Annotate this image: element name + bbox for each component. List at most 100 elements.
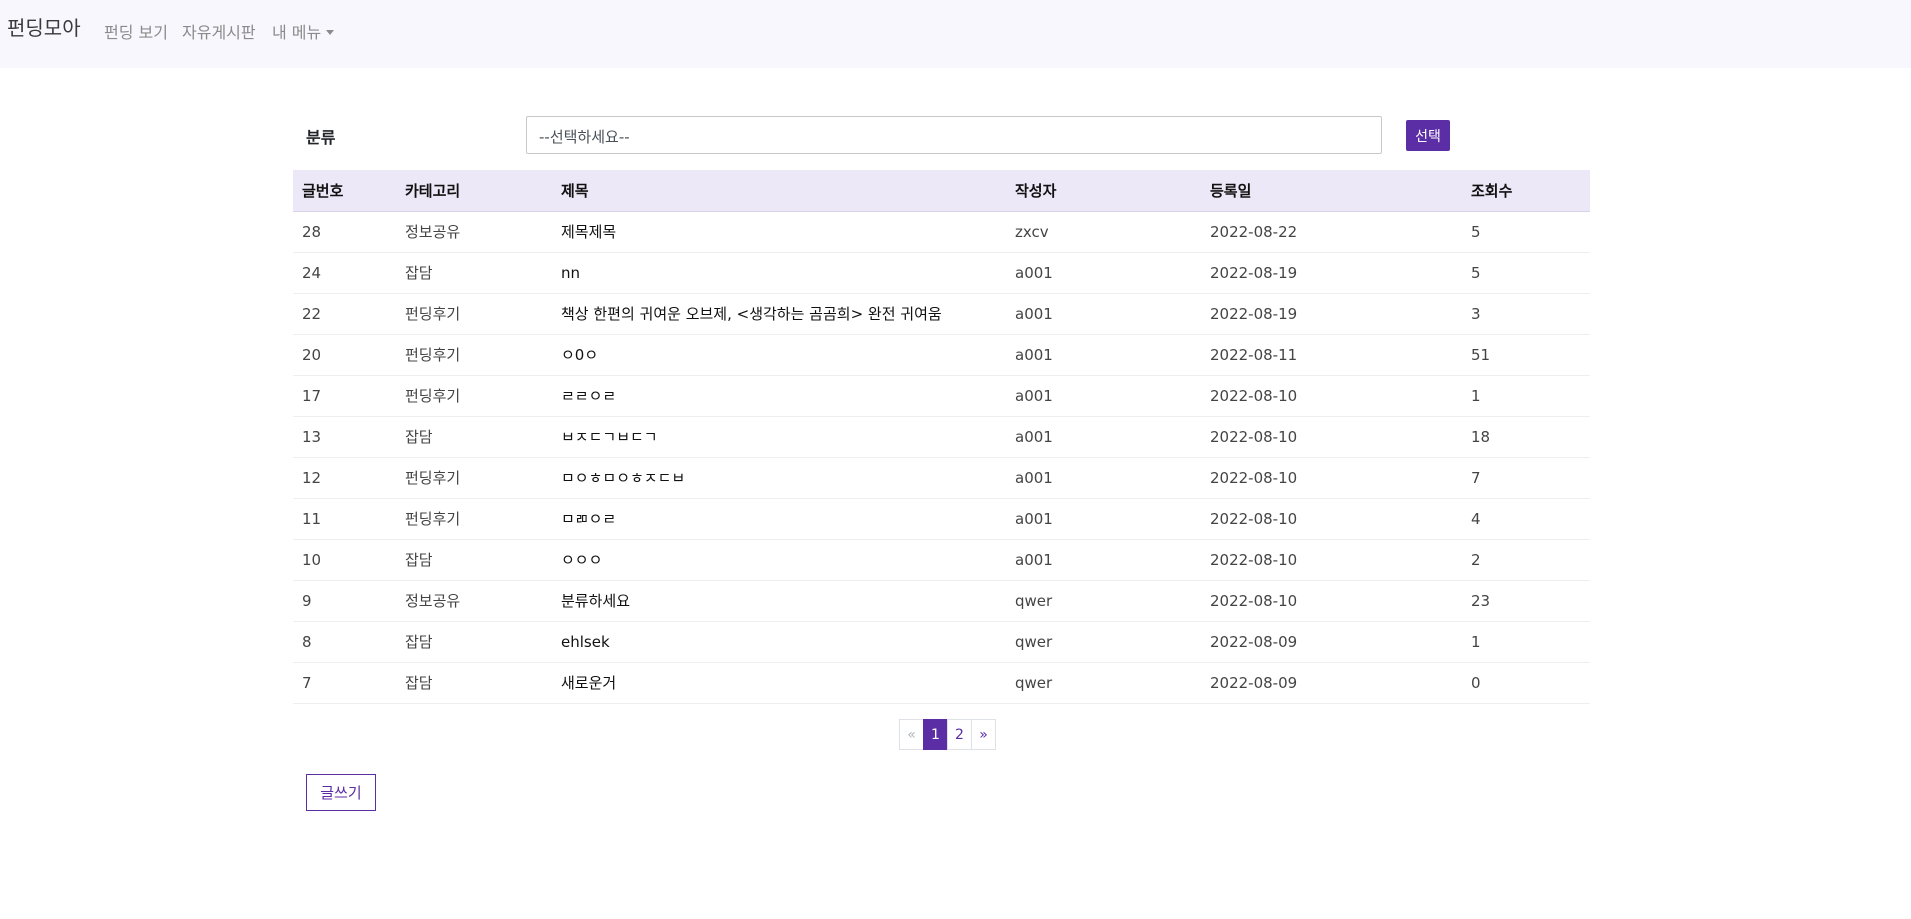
nav-my-menu-dropdown[interactable]: 내 메뉴 — [272, 19, 335, 43]
row-title[interactable]: ㅂㅈㄷㄱㅂㄷㄱ — [552, 416, 1006, 458]
row-post-number: 10 — [293, 539, 396, 581]
row-title[interactable]: nn — [552, 252, 1006, 294]
row-date: 2022-08-10 — [1201, 498, 1462, 540]
row-post-number: 11 — [293, 498, 396, 540]
row-views: 7 — [1462, 457, 1590, 499]
pagination-next[interactable]: » — [971, 719, 996, 750]
row-category: 정보공유 — [396, 580, 552, 622]
row-views: 1 — [1462, 621, 1590, 663]
row-views: 5 — [1462, 211, 1590, 253]
header-author: 작성자 — [1006, 170, 1201, 212]
table-row[interactable]: 12 펀딩후기 ㅁㅇㅎㅁㅇㅎㅈㄷㅂ a001 2022-08-10 7 — [293, 457, 1590, 499]
brand-logo[interactable]: 펀딩모아 — [7, 12, 81, 41]
nav-free-board[interactable]: 자유게시판 — [182, 19, 256, 43]
row-post-number: 20 — [293, 334, 396, 376]
row-category: 잡담 — [396, 252, 552, 294]
row-views: 3 — [1462, 293, 1590, 335]
row-author: a001 — [1006, 252, 1201, 294]
row-category: 잡담 — [396, 539, 552, 581]
post-table: 글번호 카테고리 제목 작성자 등록일 조회수 28 정보공유 제목제목 zxcv 20… — [293, 170, 1590, 704]
row-views: 18 — [1462, 416, 1590, 458]
pagination-page-2[interactable]: 2 — [947, 719, 972, 750]
table-row[interactable]: 7 잡담 새로운거 qwer 2022-08-09 0 — [293, 662, 1590, 704]
table-row[interactable]: 9 정보공유 분류하세요 qwer 2022-08-10 23 — [293, 580, 1590, 622]
row-date: 2022-08-09 — [1201, 662, 1462, 704]
row-title[interactable]: ㄹㄹㅇㄹ — [552, 375, 1006, 417]
table-row[interactable]: 24 잡담 nn a001 2022-08-19 5 — [293, 252, 1590, 294]
chevron-down-icon — [326, 30, 335, 35]
row-title[interactable]: 분류하세요 — [552, 580, 1006, 622]
header-title: 제목 — [552, 170, 1006, 212]
row-post-number: 9 — [293, 580, 396, 622]
row-author: a001 — [1006, 293, 1201, 335]
row-post-number: 17 — [293, 375, 396, 417]
row-author: qwer — [1006, 580, 1201, 622]
row-author: zxcv — [1006, 211, 1201, 253]
row-date: 2022-08-09 — [1201, 621, 1462, 663]
row-views: 0 — [1462, 662, 1590, 704]
row-title[interactable]: 책상 한편의 귀여운 오브제, <생각하는 곰곰희> 완전 귀여움 — [552, 293, 1006, 335]
row-category: 잡담 — [396, 416, 552, 458]
table-row[interactable]: 17 펀딩후기 ㄹㄹㅇㄹ a001 2022-08-10 1 — [293, 375, 1590, 417]
header-views: 조회수 — [1462, 170, 1590, 212]
row-author: qwer — [1006, 662, 1201, 704]
table-row[interactable]: 10 잡담 ㅇㅇㅇ a001 2022-08-10 2 — [293, 539, 1590, 581]
row-title[interactable]: 제목제목 — [552, 211, 1006, 253]
row-date: 2022-08-22 — [1201, 211, 1462, 253]
header-category: 카테고리 — [396, 170, 552, 212]
row-title[interactable]: 새로운거 — [552, 662, 1006, 704]
pagination-page-1[interactable]: 1 — [923, 719, 948, 750]
row-date: 2022-08-10 — [1201, 539, 1462, 581]
table-header-row: 글번호 카테고리 제목 작성자 등록일 조회수 — [293, 170, 1590, 212]
row-views: 2 — [1462, 539, 1590, 581]
table-row[interactable]: 22 펀딩후기 책상 한편의 귀여운 오브제, <생각하는 곰곰희> 완전 귀여움 a… — [293, 293, 1590, 335]
navbar: 펀딩모아 펀딩 보기 자유게시판 내 메뉴 — [0, 0, 1911, 68]
row-author: qwer — [1006, 621, 1201, 663]
table-body: 28 정보공유 제목제목 zxcv 2022-08-22 5 24 잡담 nn a001 2022-… — [293, 211, 1590, 704]
row-post-number: 28 — [293, 211, 396, 253]
pagination-prev: « — [899, 719, 924, 750]
row-date: 2022-08-10 — [1201, 580, 1462, 622]
row-title[interactable]: ㅁㅇㅎㅁㅇㅎㅈㄷㅂ — [552, 457, 1006, 499]
row-post-number: 7 — [293, 662, 396, 704]
row-category: 잡담 — [396, 621, 552, 663]
row-views: 5 — [1462, 252, 1590, 294]
row-views: 4 — [1462, 498, 1590, 540]
row-title[interactable]: ㅇㅇㅇ — [552, 539, 1006, 581]
select-button[interactable]: 선택 — [1406, 120, 1450, 151]
nav-funding-view[interactable]: 펀딩 보기 — [104, 19, 168, 43]
row-title[interactable]: ㅁㄻㅇㄹ — [552, 498, 1006, 540]
header-date: 등록일 — [1201, 170, 1462, 212]
row-category: 펀딩후기 — [396, 293, 552, 335]
row-title[interactable]: ehlsek — [552, 621, 1006, 663]
table-row[interactable]: 28 정보공유 제목제목 zxcv 2022-08-22 5 — [293, 211, 1590, 253]
write-post-button[interactable]: 글쓰기 — [306, 774, 376, 811]
row-category: 펀딩후기 — [396, 375, 552, 417]
category-select[interactable]: --선택하세요-- — [526, 116, 1382, 154]
row-date: 2022-08-19 — [1201, 252, 1462, 294]
row-title[interactable]: ㅇ0ㅇ — [552, 334, 1006, 376]
row-date: 2022-08-10 — [1201, 457, 1462, 499]
row-date: 2022-08-11 — [1201, 334, 1462, 376]
row-views: 23 — [1462, 580, 1590, 622]
table-row[interactable]: 20 펀딩후기 ㅇ0ㅇ a001 2022-08-11 51 — [293, 334, 1590, 376]
row-post-number: 8 — [293, 621, 396, 663]
row-category: 정보공유 — [396, 211, 552, 253]
row-date: 2022-08-19 — [1201, 293, 1462, 335]
row-post-number: 13 — [293, 416, 396, 458]
table-row[interactable]: 13 잡담 ㅂㅈㄷㄱㅂㄷㄱ a001 2022-08-10 18 — [293, 416, 1590, 458]
table-row[interactable]: 8 잡담 ehlsek qwer 2022-08-09 1 — [293, 621, 1590, 663]
row-date: 2022-08-10 — [1201, 375, 1462, 417]
category-filter-label: 분류 — [306, 128, 336, 147]
row-author: a001 — [1006, 334, 1201, 376]
row-post-number: 12 — [293, 457, 396, 499]
table-row[interactable]: 11 펀딩후기 ㅁㄻㅇㄹ a001 2022-08-10 4 — [293, 498, 1590, 540]
row-category: 펀딩후기 — [396, 457, 552, 499]
row-category: 잡담 — [396, 662, 552, 704]
row-author: a001 — [1006, 539, 1201, 581]
nav-my-menu-label: 내 메뉴 — [272, 23, 322, 42]
pagination: « 1 2 » — [899, 719, 996, 750]
row-author: a001 — [1006, 416, 1201, 458]
row-post-number: 22 — [293, 293, 396, 335]
row-date: 2022-08-10 — [1201, 416, 1462, 458]
